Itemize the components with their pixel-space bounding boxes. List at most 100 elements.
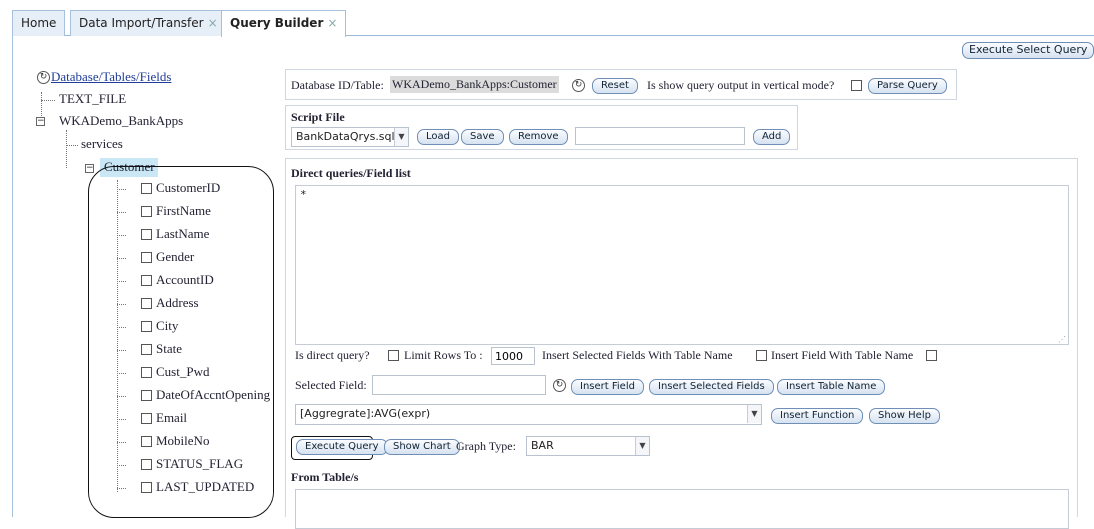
tree-connector: [117, 442, 126, 443]
vertical-mode-checkbox[interactable]: [851, 80, 862, 91]
insert-field-button[interactable]: Insert Field: [571, 379, 644, 395]
field-checkbox[interactable]: [141, 321, 152, 332]
insert-selected-with-table-checkbox[interactable]: [756, 350, 767, 361]
graph-type-select[interactable]: BAR ▼: [526, 436, 650, 456]
database-bar: Database ID/Table: WKADemo_BankApps:Cust…: [285, 69, 957, 100]
tree-connector: [117, 304, 126, 305]
script-file-value: BankDataQrys.sql: [296, 130, 395, 143]
add-button[interactable]: Add: [753, 129, 791, 145]
remove-button[interactable]: Remove: [509, 129, 568, 145]
function-select[interactable]: [Aggregrate]:AVG(expr) ▼: [295, 404, 762, 425]
field-label[interactable]: Gender: [156, 249, 194, 265]
field-label[interactable]: State: [156, 341, 182, 357]
tab-home[interactable]: Home: [12, 10, 66, 36]
field-label[interactable]: STATUS_FLAG: [156, 456, 243, 472]
field-label[interactable]: Email: [156, 410, 187, 426]
insert-selected-with-table-label: Insert Selected Fields With Table Name: [542, 348, 733, 362]
tree-connector: [117, 189, 126, 190]
refresh-icon[interactable]: ↻: [37, 71, 50, 84]
content-border: [12, 36, 13, 517]
field-label[interactable]: City: [156, 318, 178, 334]
insert-table-name-label: Insert Table Name: [786, 381, 877, 392]
tree-connector: [117, 281, 126, 282]
save-button[interactable]: Save: [461, 129, 504, 145]
field-label[interactable]: AccountID: [156, 272, 214, 288]
refresh-icon[interactable]: ↻: [553, 379, 566, 392]
execute-query-button[interactable]: Execute Query: [296, 439, 388, 455]
field-checkbox[interactable]: [141, 275, 152, 286]
show-chart-button[interactable]: Show Chart: [384, 439, 460, 455]
load-button[interactable]: Load: [417, 129, 459, 145]
field-label[interactable]: Address: [156, 295, 199, 311]
tab-bar: Home Data Import/Transfer × Query Builder…: [12, 10, 1094, 37]
chevron-down-icon: ▼: [394, 128, 408, 146]
field-checkbox[interactable]: [141, 367, 152, 378]
save-label: Save: [470, 131, 495, 142]
field-label[interactable]: Cust_Pwd: [156, 364, 209, 380]
query-text: *: [300, 188, 307, 201]
query-textarea[interactable]: * ⋰: [295, 185, 1069, 345]
insert-field-with-table-checkbox[interactable]: [926, 350, 937, 361]
tree-connector: [117, 373, 126, 374]
vertical-mode-label: Is show query output in vertical mode?: [647, 78, 835, 92]
close-icon[interactable]: ×: [327, 16, 337, 30]
tab-query-builder[interactable]: Query Builder ×: [221, 10, 347, 37]
field-label[interactable]: FirstName: [156, 203, 211, 219]
execute-select-query-button[interactable]: Execute Select Query: [962, 42, 1094, 59]
tree-connector: [117, 212, 126, 213]
is-direct-query-label: Is direct query?: [295, 348, 370, 362]
tree-node-text-file[interactable]: TEXT_FILE: [59, 91, 126, 107]
field-checkbox[interactable]: [141, 206, 152, 217]
field-checkbox[interactable]: [141, 413, 152, 424]
script-name-input[interactable]: [575, 127, 745, 145]
field-label[interactable]: LastName: [156, 226, 209, 242]
selected-field-input[interactable]: [372, 375, 546, 395]
script-file-select[interactable]: BankDataQrys.sql ▼: [291, 127, 409, 147]
field-label[interactable]: CustomerID: [156, 180, 220, 196]
tree-connector: [117, 465, 126, 466]
close-icon[interactable]: ×: [208, 16, 218, 30]
refresh-icon[interactable]: ↻: [572, 79, 585, 92]
resize-handle-icon[interactable]: ⋰: [1058, 335, 1066, 344]
insert-selected-fields-button[interactable]: Insert Selected Fields: [649, 379, 774, 395]
script-file-title: Script File: [291, 110, 345, 124]
collapse-icon[interactable]: −: [36, 117, 45, 126]
insert-table-name-button[interactable]: Insert Table Name: [777, 379, 886, 395]
tree-node-wkademo[interactable]: WKADemo_BankApps: [59, 113, 183, 129]
field-checkbox[interactable]: [141, 183, 152, 194]
reset-button[interactable]: Reset: [592, 78, 638, 94]
collapse-icon[interactable]: −: [85, 164, 94, 173]
field-checkbox[interactable]: [141, 298, 152, 309]
tree-connector: [66, 145, 78, 146]
field-label[interactable]: DateOfAccntOpening: [156, 387, 270, 403]
tree-connector: [66, 130, 67, 168]
parse-query-label: Parse Query: [877, 80, 938, 91]
insert-function-label: Insert Function: [780, 410, 855, 421]
field-checkbox[interactable]: [141, 482, 152, 493]
field-checkbox[interactable]: [141, 229, 152, 240]
field-checkbox[interactable]: [141, 390, 152, 401]
field-checkbox[interactable]: [141, 252, 152, 263]
insert-function-button[interactable]: Insert Function: [771, 408, 864, 424]
load-label: Load: [426, 131, 450, 142]
field-label[interactable]: MobileNo: [156, 433, 209, 449]
field-checkbox[interactable]: [141, 344, 152, 355]
field-label[interactable]: LAST_UPDATED: [156, 479, 254, 495]
tree-root-label[interactable]: Database/Tables/Fields: [51, 69, 171, 85]
is-direct-query-checkbox[interactable]: [388, 350, 399, 361]
graph-type-value: BAR: [531, 439, 554, 452]
tree-connector: [41, 100, 55, 101]
limit-rows-input[interactable]: [491, 347, 535, 365]
direct-queries-title: Direct queries/Field list: [291, 166, 411, 180]
tree-connector: [117, 350, 126, 351]
tree-node-services[interactable]: services: [81, 136, 123, 152]
tree-connector: [117, 258, 126, 259]
show-chart-label: Show Chart: [393, 441, 451, 452]
from-tables-textarea[interactable]: [295, 489, 1069, 529]
parse-query-button[interactable]: Parse Query: [868, 78, 947, 94]
field-checkbox[interactable]: [141, 459, 152, 470]
insert-selected-fields-label: Insert Selected Fields: [658, 381, 765, 392]
field-checkbox[interactable]: [141, 436, 152, 447]
show-help-button[interactable]: Show Help: [869, 408, 940, 424]
tab-data-import[interactable]: Data Import/Transfer ×: [70, 10, 227, 36]
